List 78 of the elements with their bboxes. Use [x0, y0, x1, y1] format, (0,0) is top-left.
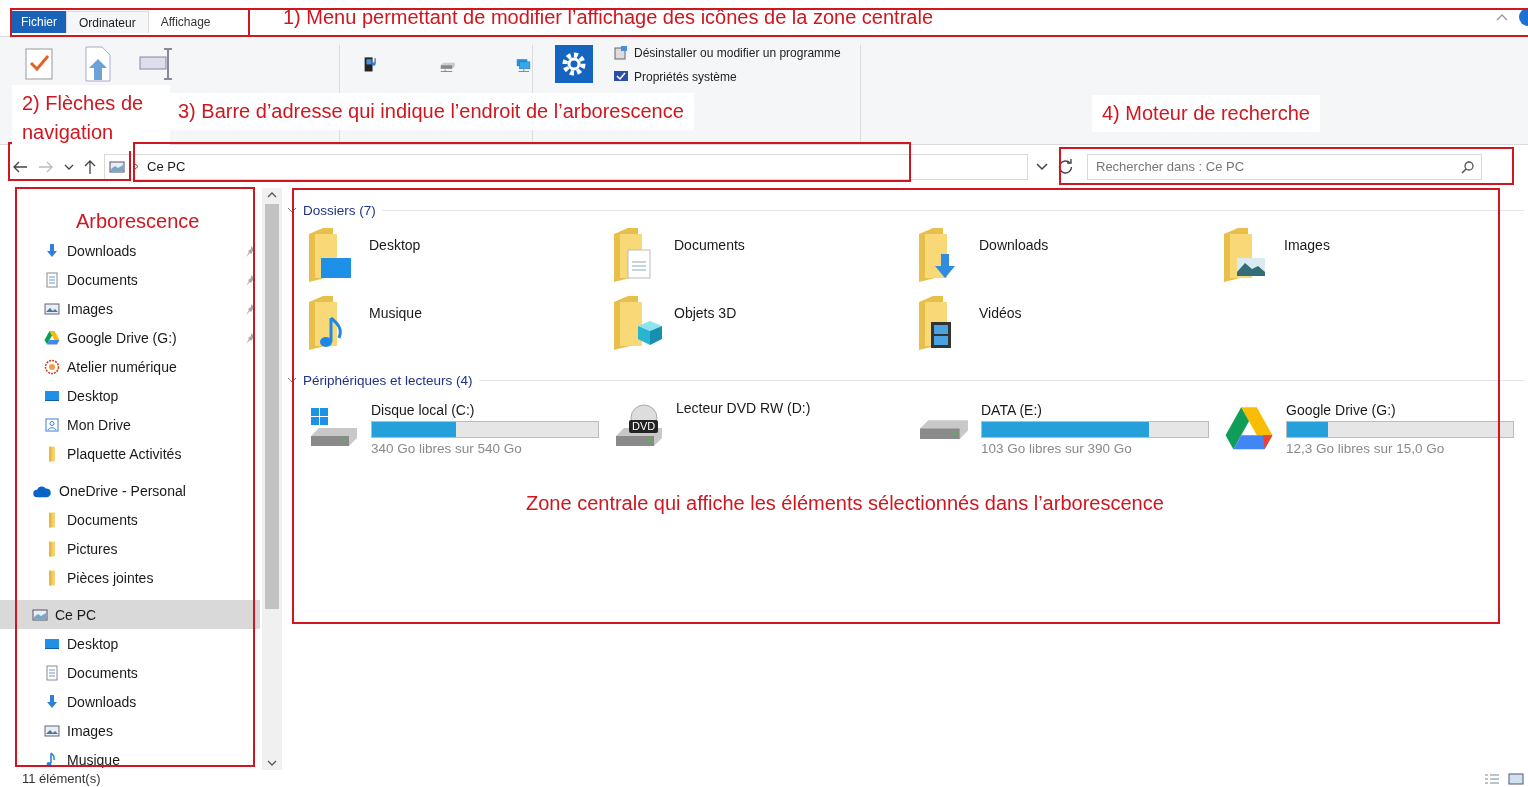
ribbon-command[interactable]: Désinstaller ou modifier un programme — [613, 45, 841, 60]
collapse-chevron-icon[interactable] — [287, 206, 297, 214]
disc-label: DVD — [629, 420, 659, 433]
scrollbar[interactable] — [262, 188, 282, 770]
annotation-text: 1) Menu permettant de modifier l’affichage des icônes de la zone centrale — [283, 5, 933, 30]
sidebar-item[interactable]: Musique — [0, 745, 260, 770]
hard-drive-icon — [919, 418, 969, 440]
scroll-thumb[interactable] — [265, 204, 279, 609]
annotation-text: 2) Flèches de navigation — [12, 85, 170, 151]
sidebar-item[interactable]: Pièces jointes — [0, 563, 260, 592]
sidebar-item[interactable]: Atelier numérique — [0, 352, 260, 381]
drive-item[interactable]: Disque local (C:) 340 Go libres sur 540 Go — [307, 398, 612, 460]
sidebar-item[interactable]: Pictures — [0, 534, 260, 563]
document-icon — [44, 664, 60, 681]
sidebar-item[interactable]: Plaquette Activités — [0, 439, 260, 468]
ribbon-command[interactable]: Propriétés système — [613, 69, 841, 84]
free-space-text: 103 Go libres sur 390 Go — [981, 441, 1133, 456]
sidebar-item[interactable]: OneDrive - Personal — [0, 476, 260, 505]
item-count: 11 élément(s) — [22, 771, 101, 786]
folder-icon — [48, 569, 56, 586]
collapse-icon[interactable] — [1496, 12, 1508, 21]
sidebar-item[interactable]: Desktop — [0, 629, 260, 658]
search-icon — [1461, 160, 1474, 174]
folder-icon — [48, 511, 56, 528]
chevron-icon — [133, 162, 139, 171]
sidebar-item[interactable]: Documents — [0, 505, 260, 534]
folder-item[interactable]: Objets 3D — [612, 296, 917, 364]
folder-icon — [612, 296, 662, 350]
drive-name: Disque local (C:) — [371, 402, 476, 418]
sidebar-item[interactable]: Images — [0, 716, 260, 745]
ribbon-tab[interactable]: Fichier — [12, 11, 66, 33]
ribbon-tab[interactable]: Affichage — [148, 11, 223, 33]
folder-item[interactable]: Musique — [307, 296, 612, 364]
search-field[interactable]: Rechercher dans : Ce PC — [1087, 153, 1482, 180]
drive-name: Google Drive (G:) — [1286, 402, 1397, 418]
monitor-check-icon — [613, 69, 629, 84]
pc-icon — [32, 606, 48, 623]
drive-item[interactable]: DVD Lecteur DVD RW (D:) — [612, 398, 917, 460]
free-space-text: 340 Go libres sur 540 Go — [371, 441, 523, 456]
free-space-text: 12,3 Go libres sur 15,0 Go — [1286, 441, 1446, 456]
drive-name: DATA (E:) — [981, 402, 1043, 418]
sidebar-item[interactable]: Images — [0, 294, 260, 323]
sidebar-item[interactable]: Google Drive (G:) — [0, 323, 260, 352]
section-heading: Dossiers (7) — [303, 202, 376, 218]
settings-icon[interactable] — [555, 45, 593, 83]
ribbon-tab[interactable]: Ordinateur — [66, 11, 149, 33]
image-icon — [44, 722, 60, 739]
folder-item[interactable]: Desktop — [307, 228, 612, 296]
annotation-text: 3) Barre d’adresse qui indique l’endroit de l’arborescence — [168, 93, 694, 130]
annotation-text: Zone centrale qui affiche les éléments sélectionnés dans l’arborescence — [526, 491, 1164, 516]
folder-icon — [48, 445, 56, 462]
collapse-chevron-icon[interactable] — [287, 376, 297, 384]
sidebar-item[interactable]: Mon Drive — [0, 410, 260, 439]
sidebar-item[interactable]: Downloads — [0, 687, 260, 716]
help-icon[interactable] — [1518, 7, 1528, 26]
folder-item[interactable]: Vidéos — [917, 296, 1222, 364]
section-heading: Périphériques et lecteurs (4) — [303, 372, 473, 388]
sidebar-item[interactable]: Documents — [0, 658, 260, 687]
large-icons-view-icon[interactable] — [1508, 772, 1524, 785]
address-bar[interactable]: Ce PC — [104, 153, 1028, 180]
folder-item[interactable]: Documents — [612, 228, 917, 296]
computer-icon — [109, 158, 125, 175]
sidebar-item[interactable]: Documents — [0, 265, 260, 294]
drive-name: Lecteur DVD RW (D:) — [676, 399, 812, 416]
download-icon — [44, 242, 60, 259]
drive-item[interactable]: DATA (E:) 103 Go libres sur 390 Go — [917, 398, 1222, 460]
sidebar-item[interactable]: Ce PC — [0, 600, 260, 629]
image-icon — [44, 300, 60, 317]
folder-icon — [48, 540, 56, 557]
annotation-text: 4) Moteur de recherche — [1092, 95, 1320, 132]
drive-item[interactable]: Google Drive (G:) 12,3 Go libres sur 15,0 Go — [1222, 398, 1527, 460]
history-dropdown-button[interactable] — [1034, 160, 1050, 173]
download-icon — [44, 693, 60, 710]
sidebar-item[interactable]: Desktop — [0, 381, 260, 410]
folder-item[interactable]: Downloads — [917, 228, 1222, 296]
program-box-icon — [613, 45, 629, 60]
document-icon — [44, 271, 60, 288]
folder-item[interactable]: Images — [1222, 228, 1527, 296]
